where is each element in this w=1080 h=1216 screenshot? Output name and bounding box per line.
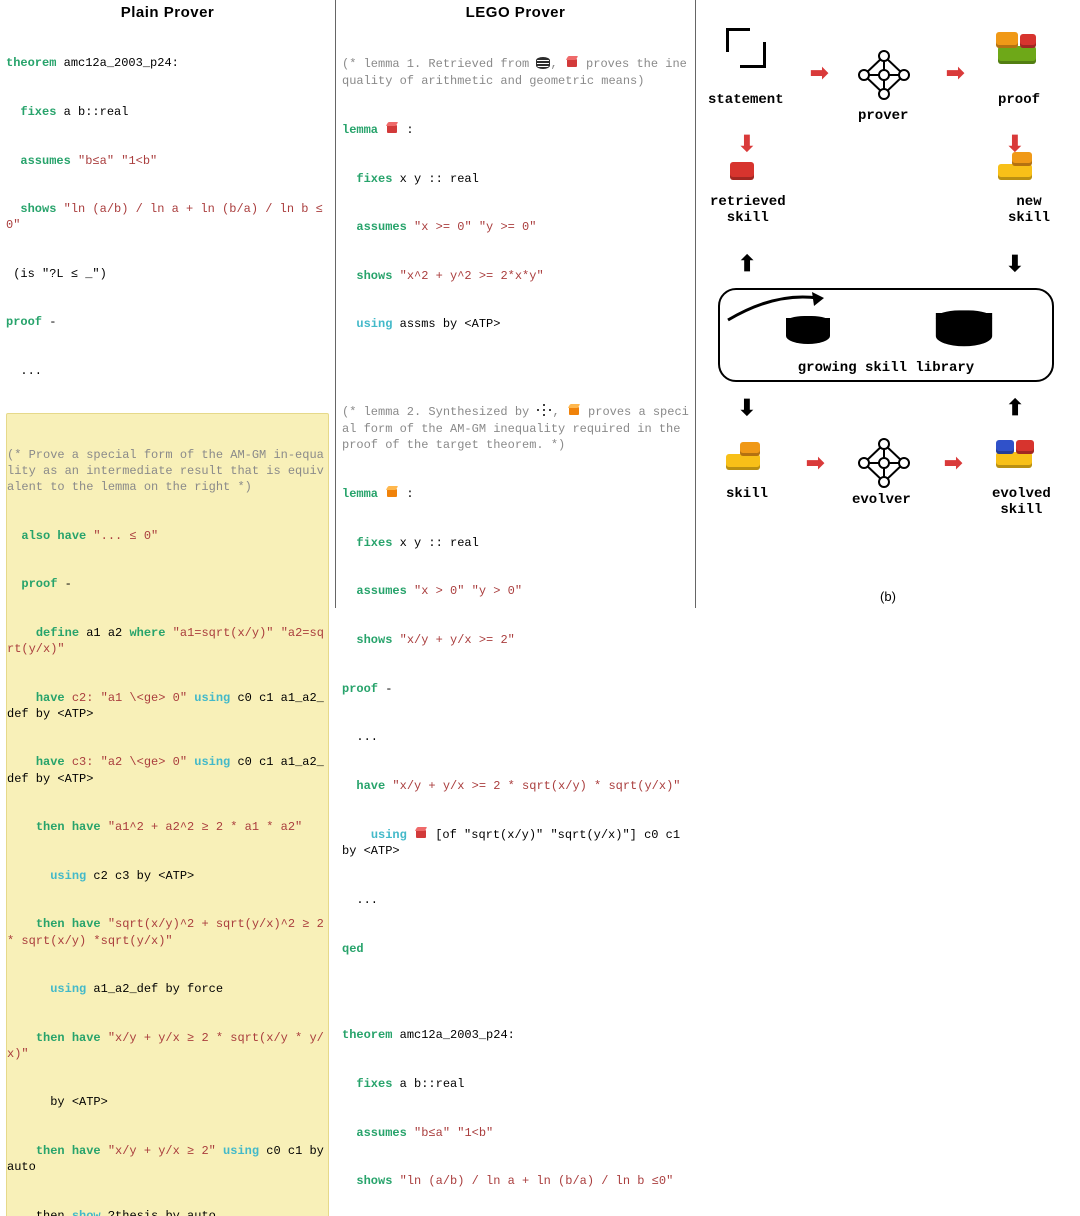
plain-prover-panel: Plain Prover theorem amc12a_2003_p24: fi… [0, 0, 336, 608]
red-cube-icon [414, 826, 428, 840]
db-icon [536, 57, 550, 69]
evolved-skill-icon [992, 436, 1038, 470]
red-cube-icon [385, 121, 399, 135]
red-cube-icon [565, 55, 579, 69]
proof-label: proof [998, 92, 1040, 108]
statement-label: statement [708, 92, 784, 108]
arrow-icon: ➡ [806, 450, 824, 476]
orange-cube-icon [567, 403, 581, 417]
db-icon [936, 310, 992, 361]
evolver-label: evolver [852, 492, 911, 508]
proof-lego-icon [994, 32, 1040, 66]
plain-prover-title: Plain Prover [6, 4, 329, 21]
arrow-icon: ➡ [734, 134, 760, 152]
arrow-icon: ➡ [946, 60, 964, 86]
grow-arrow-icon [720, 290, 830, 326]
library-label: growing skill library [720, 360, 1052, 376]
new-skill-icon [994, 150, 1040, 184]
nn-icon [536, 403, 552, 417]
arrow-icon: ➡ [944, 450, 962, 476]
retrieved-skill-icon [730, 160, 758, 182]
skill-label: skill [726, 486, 768, 502]
skill-lego-icon [722, 440, 768, 474]
orange-cube-icon [385, 485, 399, 499]
skill-library-box: growing skill library [718, 288, 1054, 382]
lego-prover-code: (* lemma 1. Retrieved from , proves the … [342, 23, 689, 1216]
diagram-panel: statement prover proof ➡ ➡ retrieved ski… [696, 0, 1080, 608]
arrow-icon: ➡ [734, 398, 760, 416]
lego-prover-title: LEGO Prover [342, 4, 689, 21]
arrow-icon: ➡ [810, 60, 828, 86]
arrow-icon: ➡ [1002, 398, 1028, 416]
plain-prover-code: theorem amc12a_2003_p24: fixes a b::real… [6, 23, 329, 1216]
arrow-icon: ➡ [734, 254, 760, 272]
evolved-label: evolved skill [992, 486, 1051, 518]
arrow-icon: ➡ [1002, 254, 1028, 272]
arrow-icon: ➡ [1002, 134, 1028, 152]
retrieved-label: retrieved skill [710, 194, 786, 226]
plain-highlight-block: (* Prove a special form of the AM-GM in-… [6, 413, 329, 1216]
prover-label: prover [858, 108, 908, 124]
subcaption-b: (b) [696, 589, 1080, 604]
lego-prover-panel: LEGO Prover (* lemma 1. Retrieved from ,… [336, 0, 696, 608]
statement-icon [726, 28, 766, 68]
new-skill-label: new skill [1008, 194, 1050, 226]
